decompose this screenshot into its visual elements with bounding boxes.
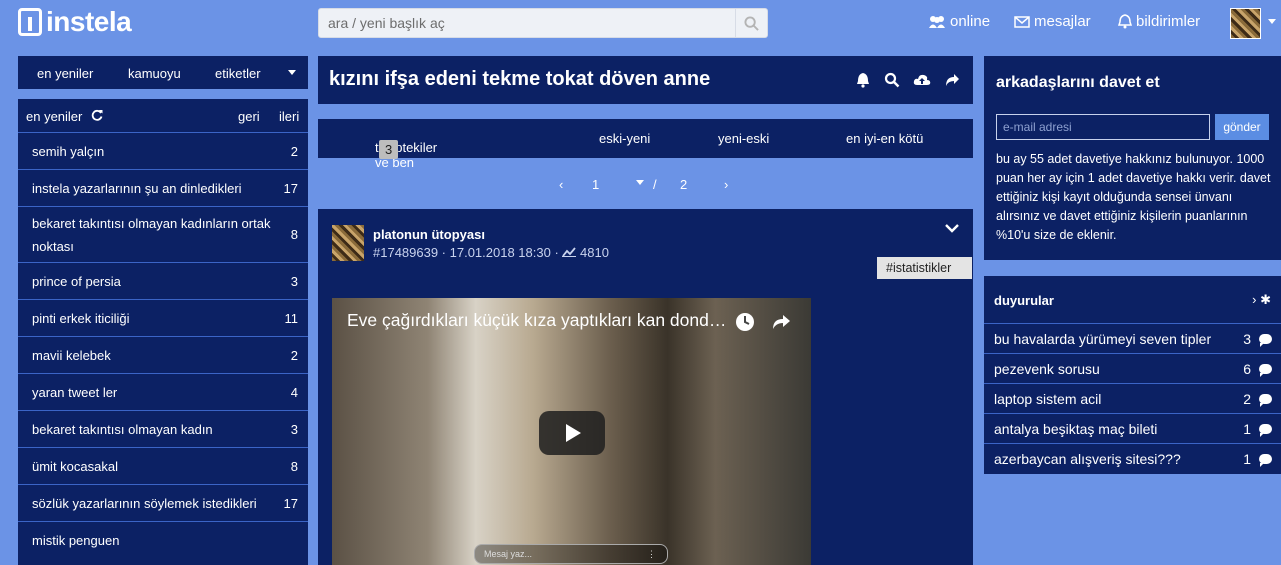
invite-box: arkadaşlarını davet et gönder bu ay 55 a… [984,56,1281,260]
left-tabs: en yeniler kamuoyu etiketler [18,56,308,89]
topic-actions [855,72,960,88]
list-item[interactable]: ümit kocasakal 8 [18,447,308,484]
prev-link[interactable]: geri [238,109,260,124]
announcements-actions: › ✱ [1252,292,1271,308]
share-icon[interactable] [944,72,960,88]
clock-icon[interactable] [735,312,755,332]
comment-icon [1259,364,1272,377]
list-item[interactable]: semih yalçın 2 [18,132,308,169]
invite-email-input[interactable] [996,114,1210,140]
left-topic-list: en yeniler geri ileri semih yalçın 2 inst… [18,99,308,565]
comment-icon [1259,394,1272,407]
users-icon [929,15,945,28]
pager: ‹ 1 / 2 › [318,170,973,198]
sort-new-old[interactable]: yeni-eski [718,131,769,146]
comment-icon [1259,334,1272,347]
nav-messages[interactable]: mesajlar [1014,13,1091,30]
tabs-dropdown-icon[interactable] [288,70,296,75]
topic-title[interactable]: kızını ifşa edeni tekme tokat döven anne [329,68,710,91]
list-item[interactable]: antalya beşiktaş maç bileti 1 [984,413,1281,443]
asterisk-icon[interactable]: ✱ [1260,292,1271,307]
play-button[interactable] [539,411,605,455]
video-embed[interactable]: Eve çağırdıkları küçük kıza yaptıkları k… [332,298,811,565]
bell-icon[interactable] [855,72,871,88]
list-item[interactable]: bu havalarda yürümeyi seven tipler 3 [984,323,1281,353]
chevron-right-icon[interactable]: › [1252,292,1256,307]
cloud-upload-icon[interactable] [913,72,931,88]
announcements-list: bu havalarda yürümeyi seven tipler 3 peze… [984,323,1281,473]
pager-dropdown-icon[interactable] [636,180,644,185]
entry-views: 4810 [580,245,609,260]
list-item[interactable]: instela yazarlarının şu an dinledikleri 1… [18,169,308,206]
list-item[interactable]: mavii kelebek 2 [18,336,308,373]
pager-current: 1 [592,177,600,192]
announcements-title[interactable]: duyurular [994,293,1054,308]
list-item[interactable]: pezevenk sorusu 6 [984,353,1281,383]
invite-send-button[interactable]: gönder [1215,114,1269,140]
entry-author[interactable]: platonun ütopyası [373,227,485,242]
search-button[interactable] [735,9,767,37]
nav-online-label: online [950,13,991,30]
chart-line-icon [562,247,577,257]
list-item[interactable]: yaran tweet ler 4 [18,373,308,410]
envelope-icon [1014,15,1030,28]
video-message-placeholder: Mesaj yaz... [484,549,533,559]
entry: platonun ütopyası #17489639 · 17.01.2018… [318,209,973,565]
comment-icon [1259,424,1272,437]
logo-icon [18,8,42,36]
entry-id-date[interactable]: #17489639 · 17.01.2018 18:30 · [373,245,559,260]
search-box [318,8,768,38]
list-item[interactable]: pinti erkek iticiliği 11 [18,299,308,336]
author-avatar[interactable] [332,225,364,261]
pager-separator: / [653,177,657,192]
list-item[interactable]: bekaret takıntısı olmayan kadın 3 [18,410,308,447]
video-title[interactable]: Eve çağırdıkları küçük kıza yaptıkları k… [347,310,732,331]
bell-icon [1118,14,1132,29]
list-item[interactable]: prince of persia 3 [18,262,308,299]
entry-meta: #17489639 · 17.01.2018 18:30 · 4810 [373,245,609,260]
list-item[interactable]: sözlük yazarlarının söylemek istedikleri… [18,484,308,521]
video-message-bar: Mesaj yaz... ⋮ [474,544,668,564]
pager-next-icon[interactable]: › [724,177,728,192]
tab-latest[interactable]: en yeniler [37,66,93,81]
comment-icon [1259,454,1272,467]
sort-best-worst[interactable]: en iyi-en kötü [846,131,923,146]
search-icon[interactable] [884,72,900,88]
following-count-badge: 3 [379,140,399,159]
invite-title: arkadaşlarını davet et [996,74,1160,91]
nav-notifications-label: bildirimler [1136,13,1201,30]
left-list-header: en yeniler geri ileri [18,99,308,132]
list-item[interactable]: mistik penguen [18,521,308,558]
nav-online[interactable]: online [928,13,990,30]
tab-tags[interactable]: etiketler [215,66,261,81]
left-list-title: en yeniler [26,109,83,124]
logo[interactable]: instela [18,6,132,38]
pager-prev-icon[interactable]: ‹ [559,177,563,192]
next-link[interactable]: ileri [279,109,299,124]
list-item[interactable]: azerbaycan alışveriş sitesi??? 1 [984,443,1281,473]
tab-public-opinion[interactable]: kamuoyu [128,66,181,81]
user-menu-caret-icon[interactable] [1268,19,1276,24]
invite-text: bu ay 55 adet davetiye hakkınız bulunuyo… [996,152,1271,242]
logo-text: instela [46,6,132,37]
nav-messages-label: mesajlar [1034,13,1091,30]
list-item[interactable]: laptop sistem acil 2 [984,383,1281,413]
sort-old-new[interactable]: eski-yeni [599,131,650,146]
chevron-down-icon[interactable] [945,223,959,233]
pager-total[interactable]: 2 [680,177,687,192]
refresh-icon[interactable] [91,109,103,121]
search-input[interactable] [319,9,735,37]
nav-notifications[interactable]: bildirimler [1118,13,1200,30]
user-avatar[interactable] [1230,8,1261,39]
sort-bar: takiptekiler ve ben 3 eski-yeni yeni-eski… [318,119,973,170]
search-icon [744,15,759,31]
top-bar: instela online mesajlar bildirimler [0,0,1281,46]
share-icon[interactable] [771,313,791,331]
entry-tag[interactable]: #istatistikler [877,257,972,279]
topic-header: kızını ifşa edeni tekme tokat döven anne [318,56,973,104]
announcements-box: duyurular › ✱ bu havalarda yürümeyi seve… [984,276,1281,474]
list-item[interactable]: bekaret takıntısı olmayan kadınların ort… [18,206,308,262]
video-more-icon[interactable]: ⋮ [647,545,656,563]
